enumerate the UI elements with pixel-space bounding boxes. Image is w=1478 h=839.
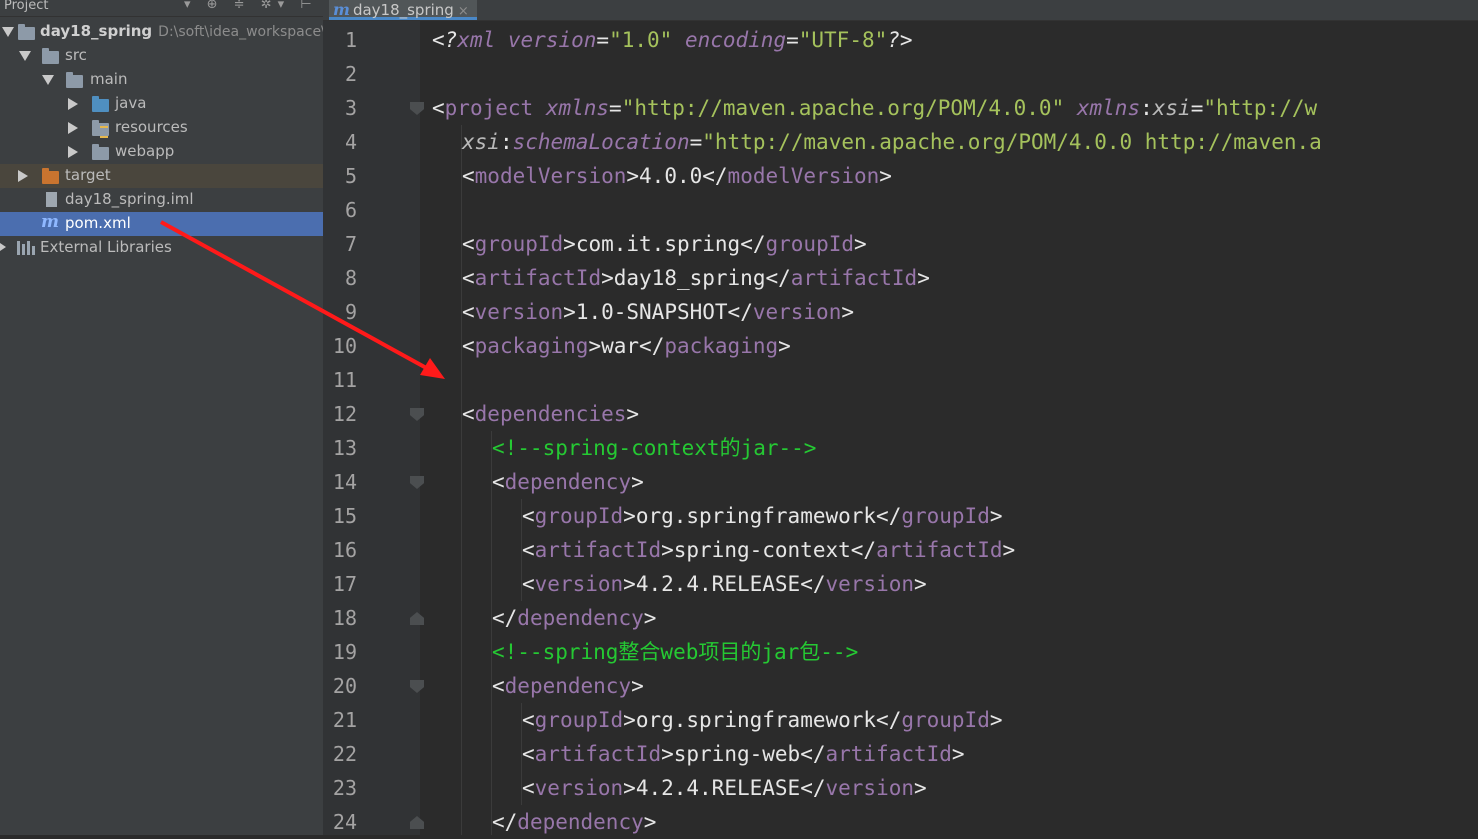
tree-item-iml[interactable]: day18_spring.iml: [0, 188, 323, 212]
line-number: 16: [332, 538, 357, 562]
line-number: 24: [332, 810, 357, 834]
chevron-down-icon[interactable]: [2, 27, 14, 37]
tree-item-resources[interactable]: resources: [0, 116, 323, 140]
tree-item-webapp[interactable]: webapp: [0, 140, 323, 164]
line-number: 13: [332, 436, 357, 460]
line-numbers: 1 2 3 4 5 6 7 8 9 10 11 12 13 14 15 16 17 18 19 20 21 22 23 24: [323, 21, 424, 835]
line-number: 11: [332, 368, 357, 392]
code-line-22: <artifactId>spring-web</artifactId>: [522, 742, 965, 766]
code-line-3: <project xmlns="http://maven.apache.org/…: [432, 96, 1318, 120]
tree-item-target[interactable]: target: [0, 164, 323, 188]
code-line-8: <artifactId>day18_spring</artifactId>: [462, 266, 930, 290]
code-line-24: </dependency>: [492, 810, 657, 834]
code-line-15: <groupId>org.springframework</groupId>: [522, 504, 1003, 528]
libraries-icon: [17, 241, 35, 255]
chevron-down-icon[interactable]: [19, 51, 31, 61]
maven-file-icon: m: [333, 0, 350, 19]
chevron-right-icon[interactable]: [18, 170, 28, 182]
tree-item-label: day18_spring: [40, 22, 153, 40]
code-line-1: <?xml version="1.0" encoding="UTF-8"?>: [432, 28, 913, 52]
code-line-5: <modelVersion>4.0.0</modelVersion>: [462, 164, 892, 188]
line-number: 14: [332, 470, 357, 494]
code-line-18: </dependency>: [492, 606, 657, 630]
tree-item-label: resources: [115, 118, 188, 136]
line-number: 4: [344, 130, 357, 154]
line-number: 3: [344, 96, 357, 120]
tree-item-label: target: [65, 166, 111, 184]
tree-item-label: day18_spring.iml: [65, 190, 194, 208]
code-line-23: <version>4.2.4.RELEASE</version>: [522, 776, 927, 800]
line-number: 23: [332, 776, 357, 800]
line-number: 1: [344, 28, 357, 52]
close-icon[interactable]: ×: [458, 4, 469, 19]
code-line-19: <!--spring整合web项目的jar包-->: [492, 640, 859, 664]
code-line-12: <dependencies>: [462, 402, 640, 426]
line-number: 21: [332, 708, 357, 732]
editor-tab-pom[interactable]: m day18_spring ×: [329, 0, 477, 20]
tab-label: day18_spring: [352, 1, 454, 19]
module-path: D:\soft\idea_workspace\: [158, 24, 323, 40]
line-number: 8: [344, 266, 357, 290]
tree-item-label: External Libraries: [40, 238, 172, 256]
line-number: 20: [332, 674, 357, 698]
line-number: 9: [344, 300, 357, 324]
tree-item-label: src: [65, 46, 87, 64]
line-number: 2: [344, 62, 357, 86]
line-number: 7: [344, 232, 357, 256]
code-line-21: <groupId>org.springframework</groupId>: [522, 708, 1003, 732]
line-number: 18: [332, 606, 357, 630]
tree-item-java[interactable]: java: [0, 92, 323, 116]
chevron-right-icon[interactable]: [0, 243, 6, 251]
code-editor[interactable]: <?xml version="1.0" encoding="UTF-8"?> <…: [420, 21, 1478, 835]
tree-item-src[interactable]: src: [0, 44, 323, 68]
project-toolbar-icons[interactable]: ▾ ⊕ ≑ ✲▾ ⊢: [184, 0, 318, 12]
project-header: Project ▾ ⊕ ≑ ✲▾ ⊢: [0, 0, 323, 17]
tree-item-label: main: [90, 70, 128, 88]
line-number: 17: [332, 572, 357, 596]
code-line-4: xsi:schemaLocation="http://maven.apache.…: [462, 130, 1322, 154]
maven-file-icon: m: [41, 212, 59, 232]
line-number: 12: [332, 402, 357, 426]
tree-item-label: java: [115, 94, 147, 112]
tree-item-pom-xml[interactable]: m pom.xml: [0, 212, 323, 236]
line-number: 5: [344, 164, 357, 188]
code-line-13: <!--spring-context的jar-->: [492, 436, 817, 460]
line-number: 22: [332, 742, 357, 766]
line-number: 15: [332, 504, 357, 528]
editor-tab-bar: m day18_spring ×: [323, 0, 1478, 21]
line-number: 6: [344, 198, 357, 222]
code-line-17: <version>4.2.4.RELEASE</version>: [522, 572, 927, 596]
chevron-right-icon[interactable]: [68, 146, 78, 158]
code-line-9: <version>1.0-SNAPSHOT</version>: [462, 300, 855, 324]
line-number: 19: [332, 640, 357, 664]
chevron-right-icon[interactable]: [68, 122, 78, 134]
code-line-7: <groupId>com.it.spring</groupId>: [462, 232, 867, 256]
tree-item-day18-spring[interactable]: day18_spring D:\soft\idea_workspace\: [0, 20, 323, 44]
code-line-10: <packaging>war</packaging>: [462, 334, 791, 358]
tree-item-main[interactable]: main: [0, 68, 323, 92]
chevron-right-icon[interactable]: [68, 98, 78, 110]
code-line-16: <artifactId>spring-context</artifactId>: [522, 538, 1016, 562]
project-tool-window: Project ▾ ⊕ ≑ ✲▾ ⊢ day18_spring D:\soft\i…: [0, 0, 323, 835]
project-panel-title[interactable]: Project: [4, 0, 48, 13]
code-line-20: <dependency>: [492, 674, 644, 698]
tree-item-label: pom.xml: [65, 214, 131, 232]
tree-item-external-libraries[interactable]: External Libraries: [0, 236, 323, 260]
line-number: 10: [332, 334, 357, 358]
code-line-14: <dependency>: [492, 470, 644, 494]
chevron-down-icon[interactable]: [42, 75, 54, 85]
tree-item-label: webapp: [115, 142, 175, 160]
